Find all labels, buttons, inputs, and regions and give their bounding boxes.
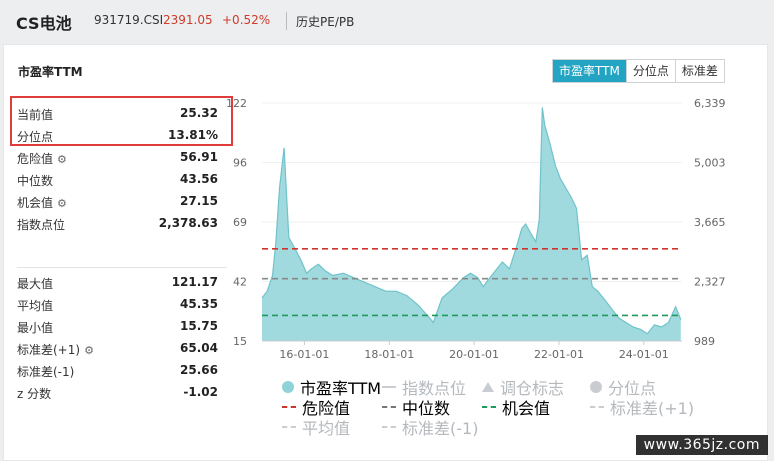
x-tick-label: 22-01-01 bbox=[534, 348, 584, 361]
index-price: 2391.05 bbox=[163, 13, 213, 27]
index-change: +0.52% bbox=[222, 13, 271, 27]
y-tick-label-right: 6,339 bbox=[694, 97, 726, 110]
legend-label: 标准差(-1) bbox=[402, 419, 479, 438]
legend-dash-icon bbox=[482, 406, 496, 408]
legend-dash-icon bbox=[282, 426, 296, 428]
legend-item[interactable]: 标准差(-1) bbox=[382, 418, 479, 438]
legend-dash-icon bbox=[282, 406, 296, 408]
legend-item[interactable]: 平均值 bbox=[282, 418, 351, 438]
legend-item[interactable]: 市盈率TTM bbox=[282, 378, 381, 398]
pe-area-fill bbox=[262, 107, 681, 341]
valuation-card: 市盈率TTM 市盈率TTM 分位点 标准差 当前值 25.32 分位点 13.81% 危… bbox=[3, 44, 768, 461]
y-tick-label-left: 15 bbox=[233, 335, 247, 348]
y-tick-label-right: 5,003 bbox=[694, 157, 726, 170]
legend-dot-icon bbox=[590, 381, 602, 393]
legend-item[interactable]: 标准差(+1) bbox=[590, 398, 695, 418]
x-tick-label: 18-01-01 bbox=[364, 348, 414, 361]
legend-dash-icon bbox=[590, 406, 604, 408]
history-pe-pb-link[interactable]: 历史PE/PB bbox=[296, 13, 354, 30]
legend-item[interactable]: 调仓标志 bbox=[482, 378, 564, 398]
header-bar: CS电池 931719.CSI 2391.05 +0.52% 历史PE/PB bbox=[0, 0, 774, 44]
legend-label: 标准差(+1) bbox=[610, 399, 695, 418]
y-tick-label-right: 2,327 bbox=[694, 276, 726, 289]
y-tick-label-left: 69 bbox=[233, 216, 247, 229]
y-tick-label-right: 989 bbox=[694, 335, 715, 348]
watermark: www.365jz.com bbox=[635, 435, 768, 455]
legend-triangle-icon bbox=[482, 382, 494, 392]
legend-label: 机会值 bbox=[502, 399, 551, 418]
legend-item[interactable]: 危险值 bbox=[282, 398, 350, 418]
legend-item[interactable]: 指数点位 bbox=[382, 378, 466, 398]
legend-item[interactable]: 中位数 bbox=[382, 398, 450, 418]
legend-label: 平均值 bbox=[302, 419, 351, 438]
header-divider bbox=[286, 12, 287, 30]
legend-item[interactable]: 机会值 bbox=[482, 398, 551, 418]
y-tick-label-left: 122 bbox=[226, 97, 247, 110]
legend-dash-icon bbox=[382, 426, 396, 428]
legend-dot-icon bbox=[282, 381, 294, 393]
x-tick-label: 24-01-01 bbox=[619, 348, 669, 361]
index-code: 931719.CSI bbox=[94, 13, 164, 27]
y-tick-label-right: 3,665 bbox=[694, 216, 726, 229]
x-tick-label: 20-01-01 bbox=[449, 348, 499, 361]
x-tick-label: 16-01-01 bbox=[279, 348, 329, 361]
legend-item[interactable]: 分位点 bbox=[590, 378, 656, 398]
legend-line-icon bbox=[382, 386, 396, 388]
y-tick-label-left: 42 bbox=[233, 276, 247, 289]
page: CS电池 931719.CSI 2391.05 +0.52% 历史PE/PB 市… bbox=[0, 0, 774, 461]
index-title: CS电池 bbox=[16, 14, 72, 33]
y-tick-label-left: 96 bbox=[233, 157, 247, 170]
legend-dash-icon bbox=[382, 406, 396, 408]
